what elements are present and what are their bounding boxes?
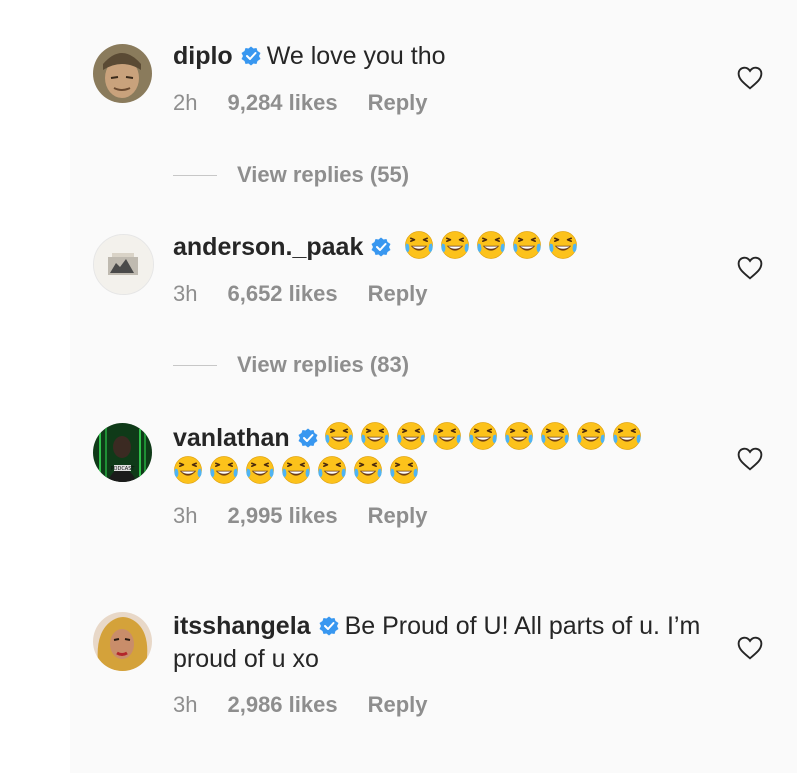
- laughing-emoji-icon: [389, 455, 419, 485]
- timestamp: 3h: [173, 281, 198, 306]
- heart-icon[interactable]: [737, 66, 763, 90]
- laughing-emoji-icon: [317, 455, 347, 485]
- likes-count[interactable]: 2,986 likes: [227, 692, 337, 717]
- verified-badge-icon: [319, 616, 339, 636]
- view-replies-button[interactable]: View replies (83): [173, 352, 409, 378]
- laughing-emoji-icon: [353, 455, 383, 485]
- laughing-emoji-icon: [540, 421, 570, 451]
- likes-count[interactable]: 2,995 likes: [227, 503, 337, 528]
- laughing-emoji-icon: [440, 230, 470, 260]
- avatar-diplo[interactable]: [93, 44, 152, 103]
- verified-badge-icon: [371, 237, 391, 257]
- laughing-emoji-icon: [548, 230, 578, 260]
- comment-meta: 3h 2,986 likes Reply: [173, 692, 458, 718]
- comment-emoji: [397, 233, 584, 261]
- reply-button[interactable]: Reply: [368, 90, 428, 115]
- heart-icon[interactable]: [737, 636, 763, 660]
- timestamp: 2h: [173, 90, 198, 115]
- laughing-emoji-icon: [360, 421, 390, 451]
- timestamp: 3h: [173, 692, 198, 717]
- comment-text: itsshangela Be Proud of U! All parts of u…: [173, 610, 713, 676]
- comment-text: diplo We love you tho: [173, 40, 713, 73]
- avatar-anderson-paak[interactable]: [93, 234, 154, 295]
- laughing-emoji-icon: [612, 421, 642, 451]
- likes-count[interactable]: 6,652 likes: [227, 281, 337, 306]
- laughing-emoji-icon: [281, 455, 311, 485]
- laughing-emoji-icon: [396, 421, 426, 451]
- laughing-emoji-icon: [324, 421, 354, 451]
- reply-button[interactable]: Reply: [368, 281, 428, 306]
- username[interactable]: diplo: [173, 42, 233, 70]
- heart-icon[interactable]: [737, 256, 763, 280]
- divider-line: [173, 174, 217, 176]
- comment-text: anderson._paak: [173, 230, 713, 264]
- laughing-emoji-icon: [576, 421, 606, 451]
- laughing-emoji-icon: [512, 230, 542, 260]
- avatar-label: PODCAST: [111, 466, 136, 472]
- laughing-emoji-icon: [209, 455, 239, 485]
- avatar-itsshangela[interactable]: [93, 612, 152, 671]
- laughing-emoji-icon: [404, 230, 434, 260]
- username[interactable]: vanlathan: [173, 424, 290, 452]
- username[interactable]: itsshangela: [173, 612, 311, 640]
- comment-meta: 2h 9,284 likes Reply: [173, 90, 458, 116]
- laughing-emoji-icon: [245, 455, 275, 485]
- username[interactable]: anderson._paak: [173, 233, 363, 261]
- comment-meta: 3h 6,652 likes Reply: [173, 281, 458, 307]
- verified-badge-icon: [298, 428, 318, 448]
- divider-line: [173, 364, 217, 366]
- view-replies-button[interactable]: View replies (55): [173, 162, 409, 188]
- avatar-vanlathan[interactable]: PODCAST: [93, 423, 152, 482]
- reply-button[interactable]: Reply: [368, 692, 428, 717]
- reply-button[interactable]: Reply: [368, 503, 428, 528]
- laughing-emoji-icon: [504, 421, 534, 451]
- view-replies-label[interactable]: View replies (83): [237, 352, 409, 378]
- laughing-emoji-icon: [173, 455, 203, 485]
- comment-body: We love you tho: [266, 42, 446, 70]
- laughing-emoji-icon: [468, 421, 498, 451]
- timestamp: 3h: [173, 503, 198, 528]
- verified-badge-icon: [241, 46, 261, 66]
- laughing-emoji-icon: [432, 421, 462, 451]
- comment-meta: 3h 2,995 likes Reply: [173, 503, 458, 529]
- comment-text: vanlathan: [173, 421, 693, 489]
- laughing-emoji-icon: [476, 230, 506, 260]
- likes-count[interactable]: 9,284 likes: [227, 90, 337, 115]
- heart-icon[interactable]: [737, 447, 763, 471]
- view-replies-label[interactable]: View replies (55): [237, 162, 409, 188]
